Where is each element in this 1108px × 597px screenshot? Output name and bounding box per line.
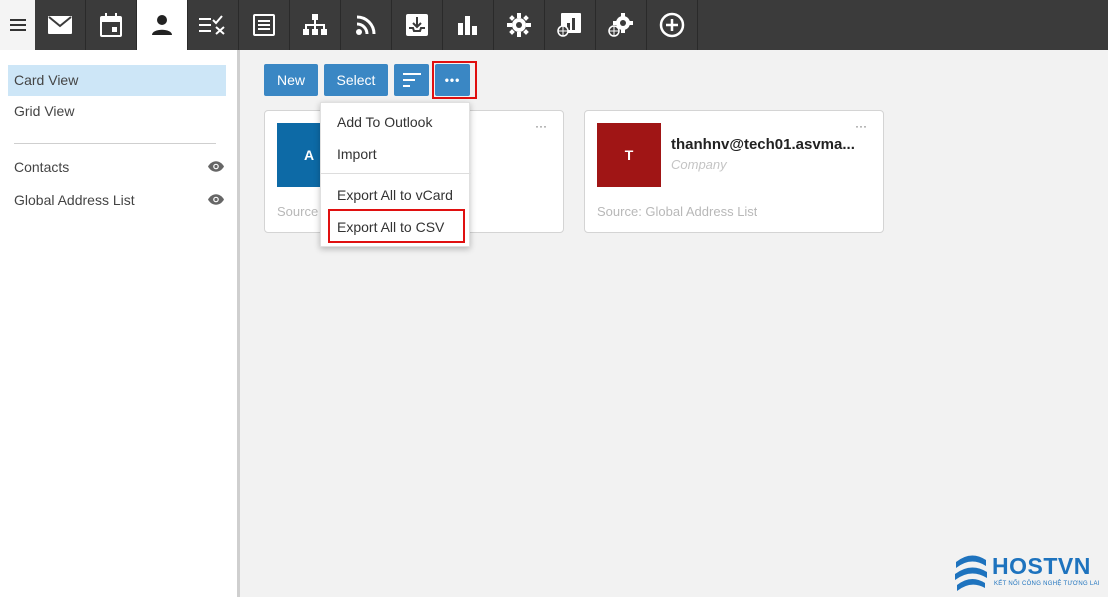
domain-reports-icon[interactable]: [545, 0, 596, 50]
sidebar-divider: [14, 143, 216, 144]
menu-item-add-to-outlook[interactable]: Add To Outlook: [321, 107, 471, 137]
sort-button[interactable]: [394, 64, 429, 96]
sidebar-item-grid-view[interactable]: Grid View: [8, 96, 226, 127]
new-button[interactable]: New: [264, 64, 318, 96]
avatar: T: [597, 123, 661, 187]
eye-icon[interactable]: [208, 194, 224, 205]
mail-icon[interactable]: [35, 0, 86, 50]
card-menu-icon[interactable]: ···: [855, 119, 867, 133]
contact-source: Source: Global Address List: [597, 204, 758, 219]
sort-icon: [403, 73, 421, 87]
more-options-highlight: [432, 61, 477, 99]
eye-icon[interactable]: [208, 161, 224, 172]
rss-icon[interactable]: [341, 0, 392, 50]
card-menu-icon[interactable]: ···: [535, 119, 547, 133]
notes-icon[interactable]: [239, 0, 290, 50]
add-icon[interactable]: [647, 0, 698, 50]
settings-icon[interactable]: [494, 0, 545, 50]
menu-item-export-vcard[interactable]: Export All to vCard: [321, 180, 471, 210]
sidebar: Card View Grid View Contacts Global Addr…: [0, 50, 240, 597]
calendar-icon[interactable]: [86, 0, 137, 50]
sidebar-item-label: Contacts: [14, 159, 70, 175]
menu-divider: [321, 173, 471, 174]
hostvn-logo: HOSTVN KẾT NỐI CÔNG NGHỆ TƯƠNG LAI: [952, 550, 1108, 597]
sidebar-item-label: Grid View: [14, 103, 75, 119]
archive-icon[interactable]: [392, 0, 443, 50]
org-chart-icon[interactable]: [290, 0, 341, 50]
contact-card[interactable]: T ··· thanhnv@tech01.asvma... Company So…: [584, 110, 884, 233]
sidebar-item-global-address-list[interactable]: Global Address List: [8, 185, 226, 216]
menu-icon[interactable]: [0, 0, 35, 50]
hostvn-logo-mark-icon: [955, 555, 987, 591]
sidebar-item-label: Card View: [14, 72, 79, 88]
contact-source: Source: [277, 204, 319, 219]
contacts-icon[interactable]: [137, 0, 188, 50]
tasks-icon[interactable]: [188, 0, 239, 50]
logo-name: HOSTVN: [992, 553, 1091, 579]
sidebar-item-card-view[interactable]: Card View: [8, 65, 226, 96]
domain-settings-icon[interactable]: [596, 0, 647, 50]
logo-tagline: KẾT NỐI CÔNG NGHỆ TƯƠNG LAI: [994, 581, 1100, 587]
contact-name: thanhnv@tech01.asvma...: [671, 136, 855, 153]
contact-company: Company: [671, 157, 727, 172]
sidebar-item-contacts[interactable]: Contacts: [8, 152, 226, 183]
select-button[interactable]: Select: [324, 64, 388, 96]
app-toolbar: [0, 0, 1108, 50]
export-csv-highlight: [328, 209, 465, 243]
menu-item-import[interactable]: Import: [321, 139, 471, 169]
reports-icon[interactable]: [443, 0, 494, 50]
sidebar-item-label: Global Address List: [14, 192, 135, 208]
